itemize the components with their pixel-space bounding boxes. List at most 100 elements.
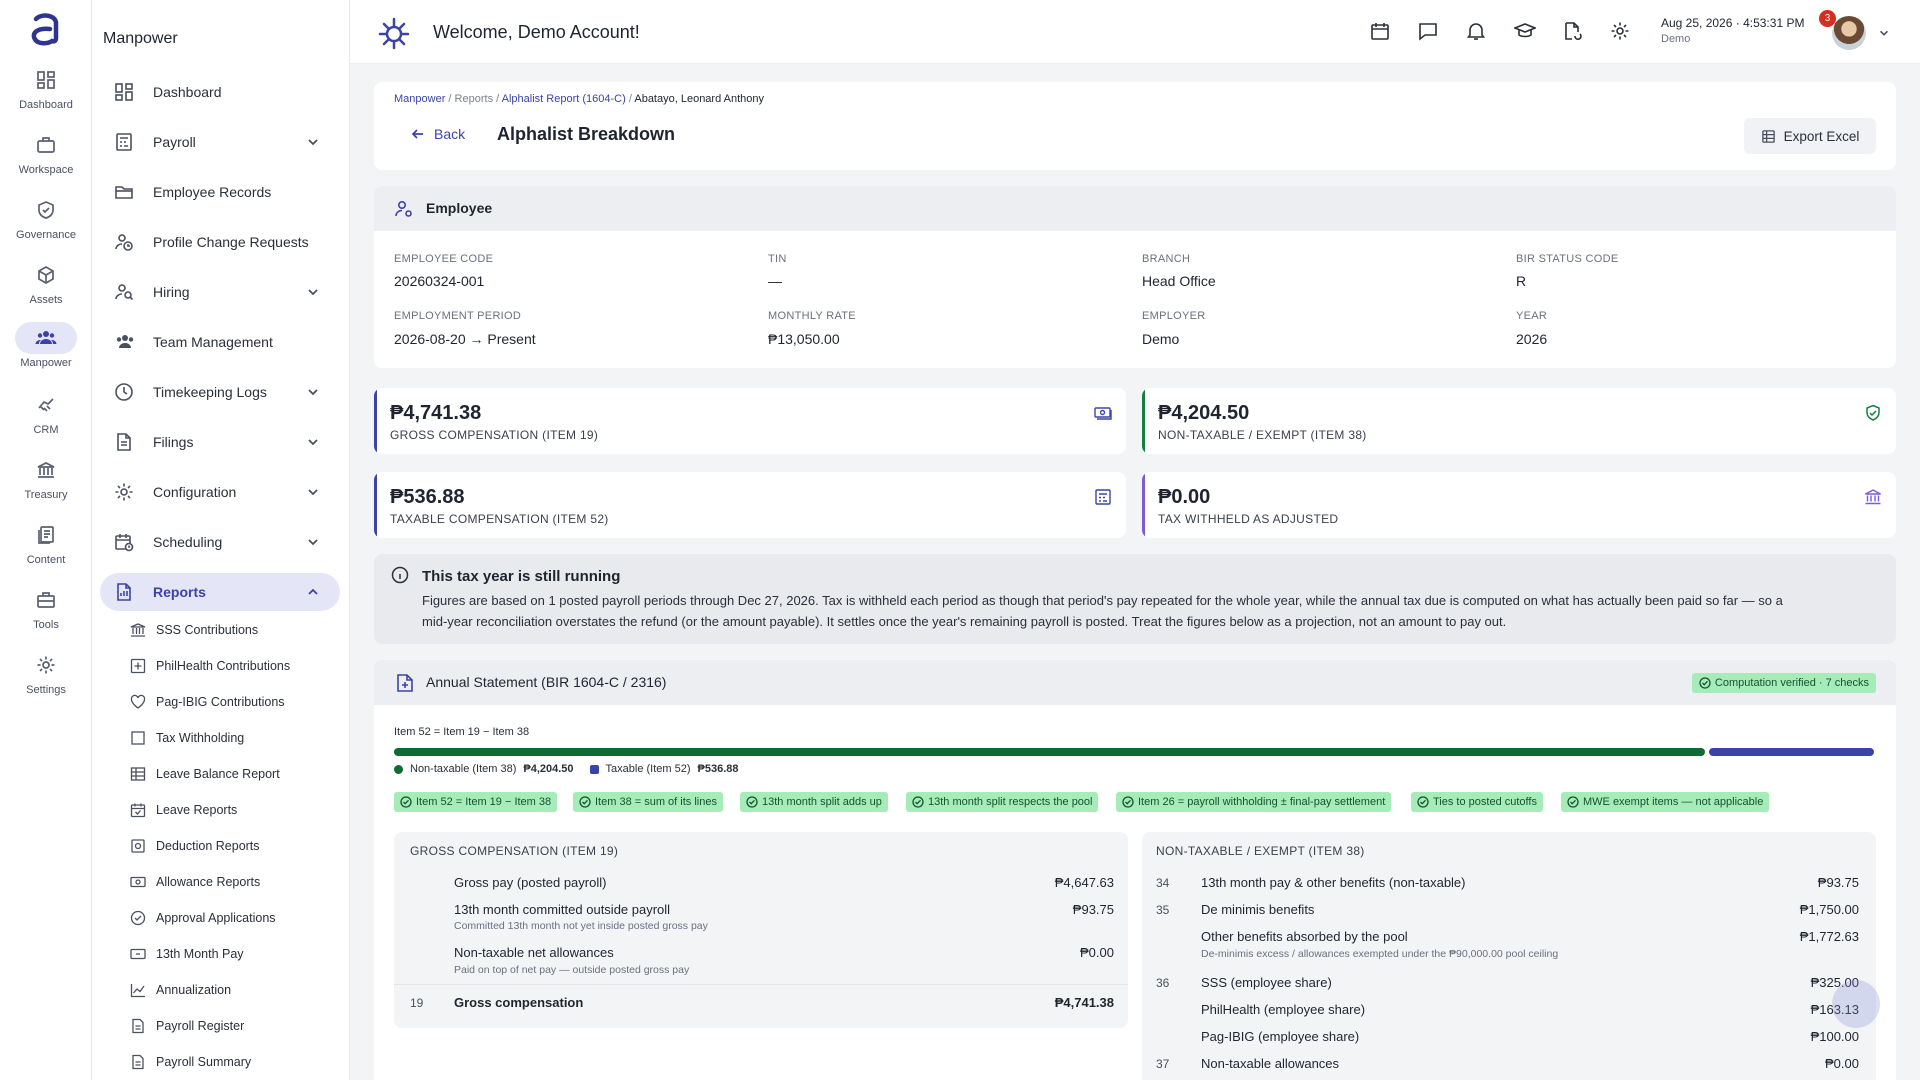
welcome-message: Welcome, Demo Account! <box>433 22 640 42</box>
chat-icon[interactable] <box>1418 21 1438 41</box>
field-label: EMPLOYEE CODE <box>394 253 494 265</box>
split-formula: Item 52 = Item 19 − Item 38 <box>394 726 530 738</box>
shield-check-icon <box>15 194 77 226</box>
line-amount: ₱4,647.63 <box>1054 875 1114 890</box>
sidebar-item-label: Employee Records <box>153 184 272 200</box>
rail-item-label: Workspace <box>18 164 74 176</box>
company-logo-icon[interactable] <box>377 16 411 50</box>
sidebar-item-label: Filings <box>153 434 194 450</box>
rail-item-label: Assets <box>29 294 63 306</box>
report-item-payroll-summary[interactable]: Payroll Summary <box>130 1049 251 1075</box>
report-item-philhealth-contributions[interactable]: PhilHealth Contributions <box>130 653 290 679</box>
statement-header: Annual Statement (BIR 1604-C / 2316) Com… <box>374 660 1896 705</box>
breadcrumb-item-reports[interactable]: Reports <box>455 93 494 105</box>
page-title: Alphalist Breakdown <box>497 124 676 144</box>
gear-icon[interactable] <box>1610 21 1630 41</box>
sidebar-item-timekeeping-logs[interactable]: Timekeeping Logs <box>100 373 340 411</box>
report-item-allowance-reports[interactable]: Allowance Reports <box>130 869 260 895</box>
split-segment-taxable <box>1709 748 1874 756</box>
rail-item-crm[interactable]: CRM <box>0 389 92 436</box>
check-chip: MWE exempt items — not applicable <box>1561 792 1770 812</box>
calendar-clock-icon <box>115 534 134 552</box>
breadcrumb-item-alphalist[interactable]: Alphalist Report (1604-C) <box>502 93 626 105</box>
report-item-payroll-register[interactable]: Payroll Register <box>130 1013 244 1039</box>
sidebar-item-label: Reports <box>153 584 206 600</box>
back-label: Back <box>434 126 466 142</box>
document-icon <box>132 1054 144 1070</box>
stat-value: ₱4,741.38 <box>390 402 482 424</box>
report-item-label: SSS Contributions <box>156 623 259 637</box>
report-item-leave-balance-report[interactable]: Leave Balance Report <box>130 761 280 787</box>
report-item-tax-withholding[interactable]: Tax Withholding <box>130 725 244 751</box>
people-icon <box>116 335 134 348</box>
stat-card-taxable: ₱536.88 TAXABLE COMPENSATION (ITEM 52) <box>374 472 1126 538</box>
rail-item-tools[interactable]: Tools <box>0 584 92 631</box>
rail-item-label: Settings <box>26 684 66 696</box>
report-item-annualization[interactable]: Annualization <box>130 977 231 1003</box>
verified-label: Computation verified · 7 checks <box>1714 677 1869 689</box>
chevron-down-icon <box>308 289 318 296</box>
sidebar: Manpower Dashboard Payroll Employee Reco… <box>92 0 350 1080</box>
sidebar-item-hiring[interactable]: Hiring <box>100 273 340 311</box>
rail-item-settings[interactable]: Settings <box>0 649 92 696</box>
panel-title: GROSS COMPENSATION (ITEM 19) <box>410 844 619 858</box>
field-label: TIN <box>768 253 787 265</box>
briefcase-icon <box>15 129 77 161</box>
calculator-icon <box>1095 489 1111 505</box>
user-clock-icon <box>115 234 133 251</box>
sidebar-item-profile-change-requests[interactable]: Profile Change Requests <box>100 223 340 261</box>
sidebar-item-configuration[interactable]: Configuration <box>100 473 340 511</box>
check-circle-icon <box>400 796 412 808</box>
stat-value: ₱0.00 <box>1158 486 1211 508</box>
rail-item-content[interactable]: Content <box>0 519 92 566</box>
line-amount: ₱0.00 <box>1825 1056 1859 1071</box>
sidebar-item-payroll[interactable]: Payroll <box>100 123 340 161</box>
export-excel-button[interactable]: Export Excel <box>1744 118 1876 154</box>
calendar-icon[interactable] <box>1370 21 1390 41</box>
document-sync-icon[interactable] <box>1562 21 1582 41</box>
sidebar-item-team-management[interactable]: Team Management <box>100 323 340 361</box>
sidebar-item-employee-records[interactable]: Employee Records <box>100 173 340 211</box>
arrow-left-icon <box>411 129 423 139</box>
report-item-approval-applications[interactable]: Approval Applications <box>130 905 276 931</box>
document-icon <box>132 1018 144 1034</box>
employee-code-value: 20260324-001 <box>394 273 485 289</box>
back-button[interactable]: Back <box>410 126 465 142</box>
sidebar-item-filings[interactable]: Filings <box>100 423 340 461</box>
sidebar-item-scheduling[interactable]: Scheduling <box>100 523 340 561</box>
rail-item-dashboard[interactable]: Dashboard <box>0 64 92 111</box>
rail-item-manpower[interactable]: Manpower <box>0 322 92 369</box>
rail-item-label: Treasury <box>24 489 68 501</box>
rail-item-treasury[interactable]: Treasury <box>0 454 92 501</box>
cash-icon <box>130 876 146 888</box>
stat-accent <box>1142 472 1145 538</box>
bir-status-value: R <box>1516 273 1527 289</box>
avatar[interactable] <box>1832 16 1866 50</box>
sidebar-item-reports[interactable]: Reports <box>100 573 340 611</box>
line-label: 13th month pay & other benefits (non-tax… <box>1201 875 1466 890</box>
stat-accent <box>374 472 377 538</box>
report-item-13th-month-pay[interactable]: 13th Month Pay <box>130 941 244 967</box>
report-item-deduction-reports[interactable]: Deduction Reports <box>130 833 260 859</box>
chevron-down-icon <box>308 439 318 446</box>
graduation-cap-icon[interactable] <box>1514 21 1536 41</box>
report-item-label: PhilHealth Contributions <box>156 659 291 673</box>
report-item-leave-reports[interactable]: Leave Reports <box>130 797 237 823</box>
split-legend: Non-taxable (Item 38) ₱4,204.50 Taxable … <box>394 763 739 775</box>
chevron-down-icon[interactable] <box>1878 27 1890 39</box>
rail-item-assets[interactable]: Assets <box>0 259 92 306</box>
field-label: YEAR <box>1516 310 1548 322</box>
report-item-pagibig-contributions[interactable]: Pag-IBIG Contributions <box>130 689 285 715</box>
rail-item-workspace[interactable]: Workspace <box>0 129 92 176</box>
bell-icon[interactable] <box>1466 21 1486 41</box>
cash-icon <box>1094 407 1112 420</box>
report-item-sss-contributions[interactable]: SSS Contributions <box>130 617 258 643</box>
employment-period-value: 2026-08-20 → Present <box>394 331 536 347</box>
rail-item-governance[interactable]: Governance <box>0 194 92 241</box>
employee-card: Employee EMPLOYEE CODE 20260324-001 TIN … <box>374 186 1896 368</box>
brand-logo-icon[interactable] <box>28 10 64 50</box>
sidebar-item-dashboard[interactable]: Dashboard <box>100 73 340 111</box>
breadcrumb-item-manpower[interactable]: Manpower <box>394 93 445 105</box>
branch-value: Head Office <box>1142 273 1216 289</box>
sidebar-item-label: Hiring <box>153 284 190 300</box>
